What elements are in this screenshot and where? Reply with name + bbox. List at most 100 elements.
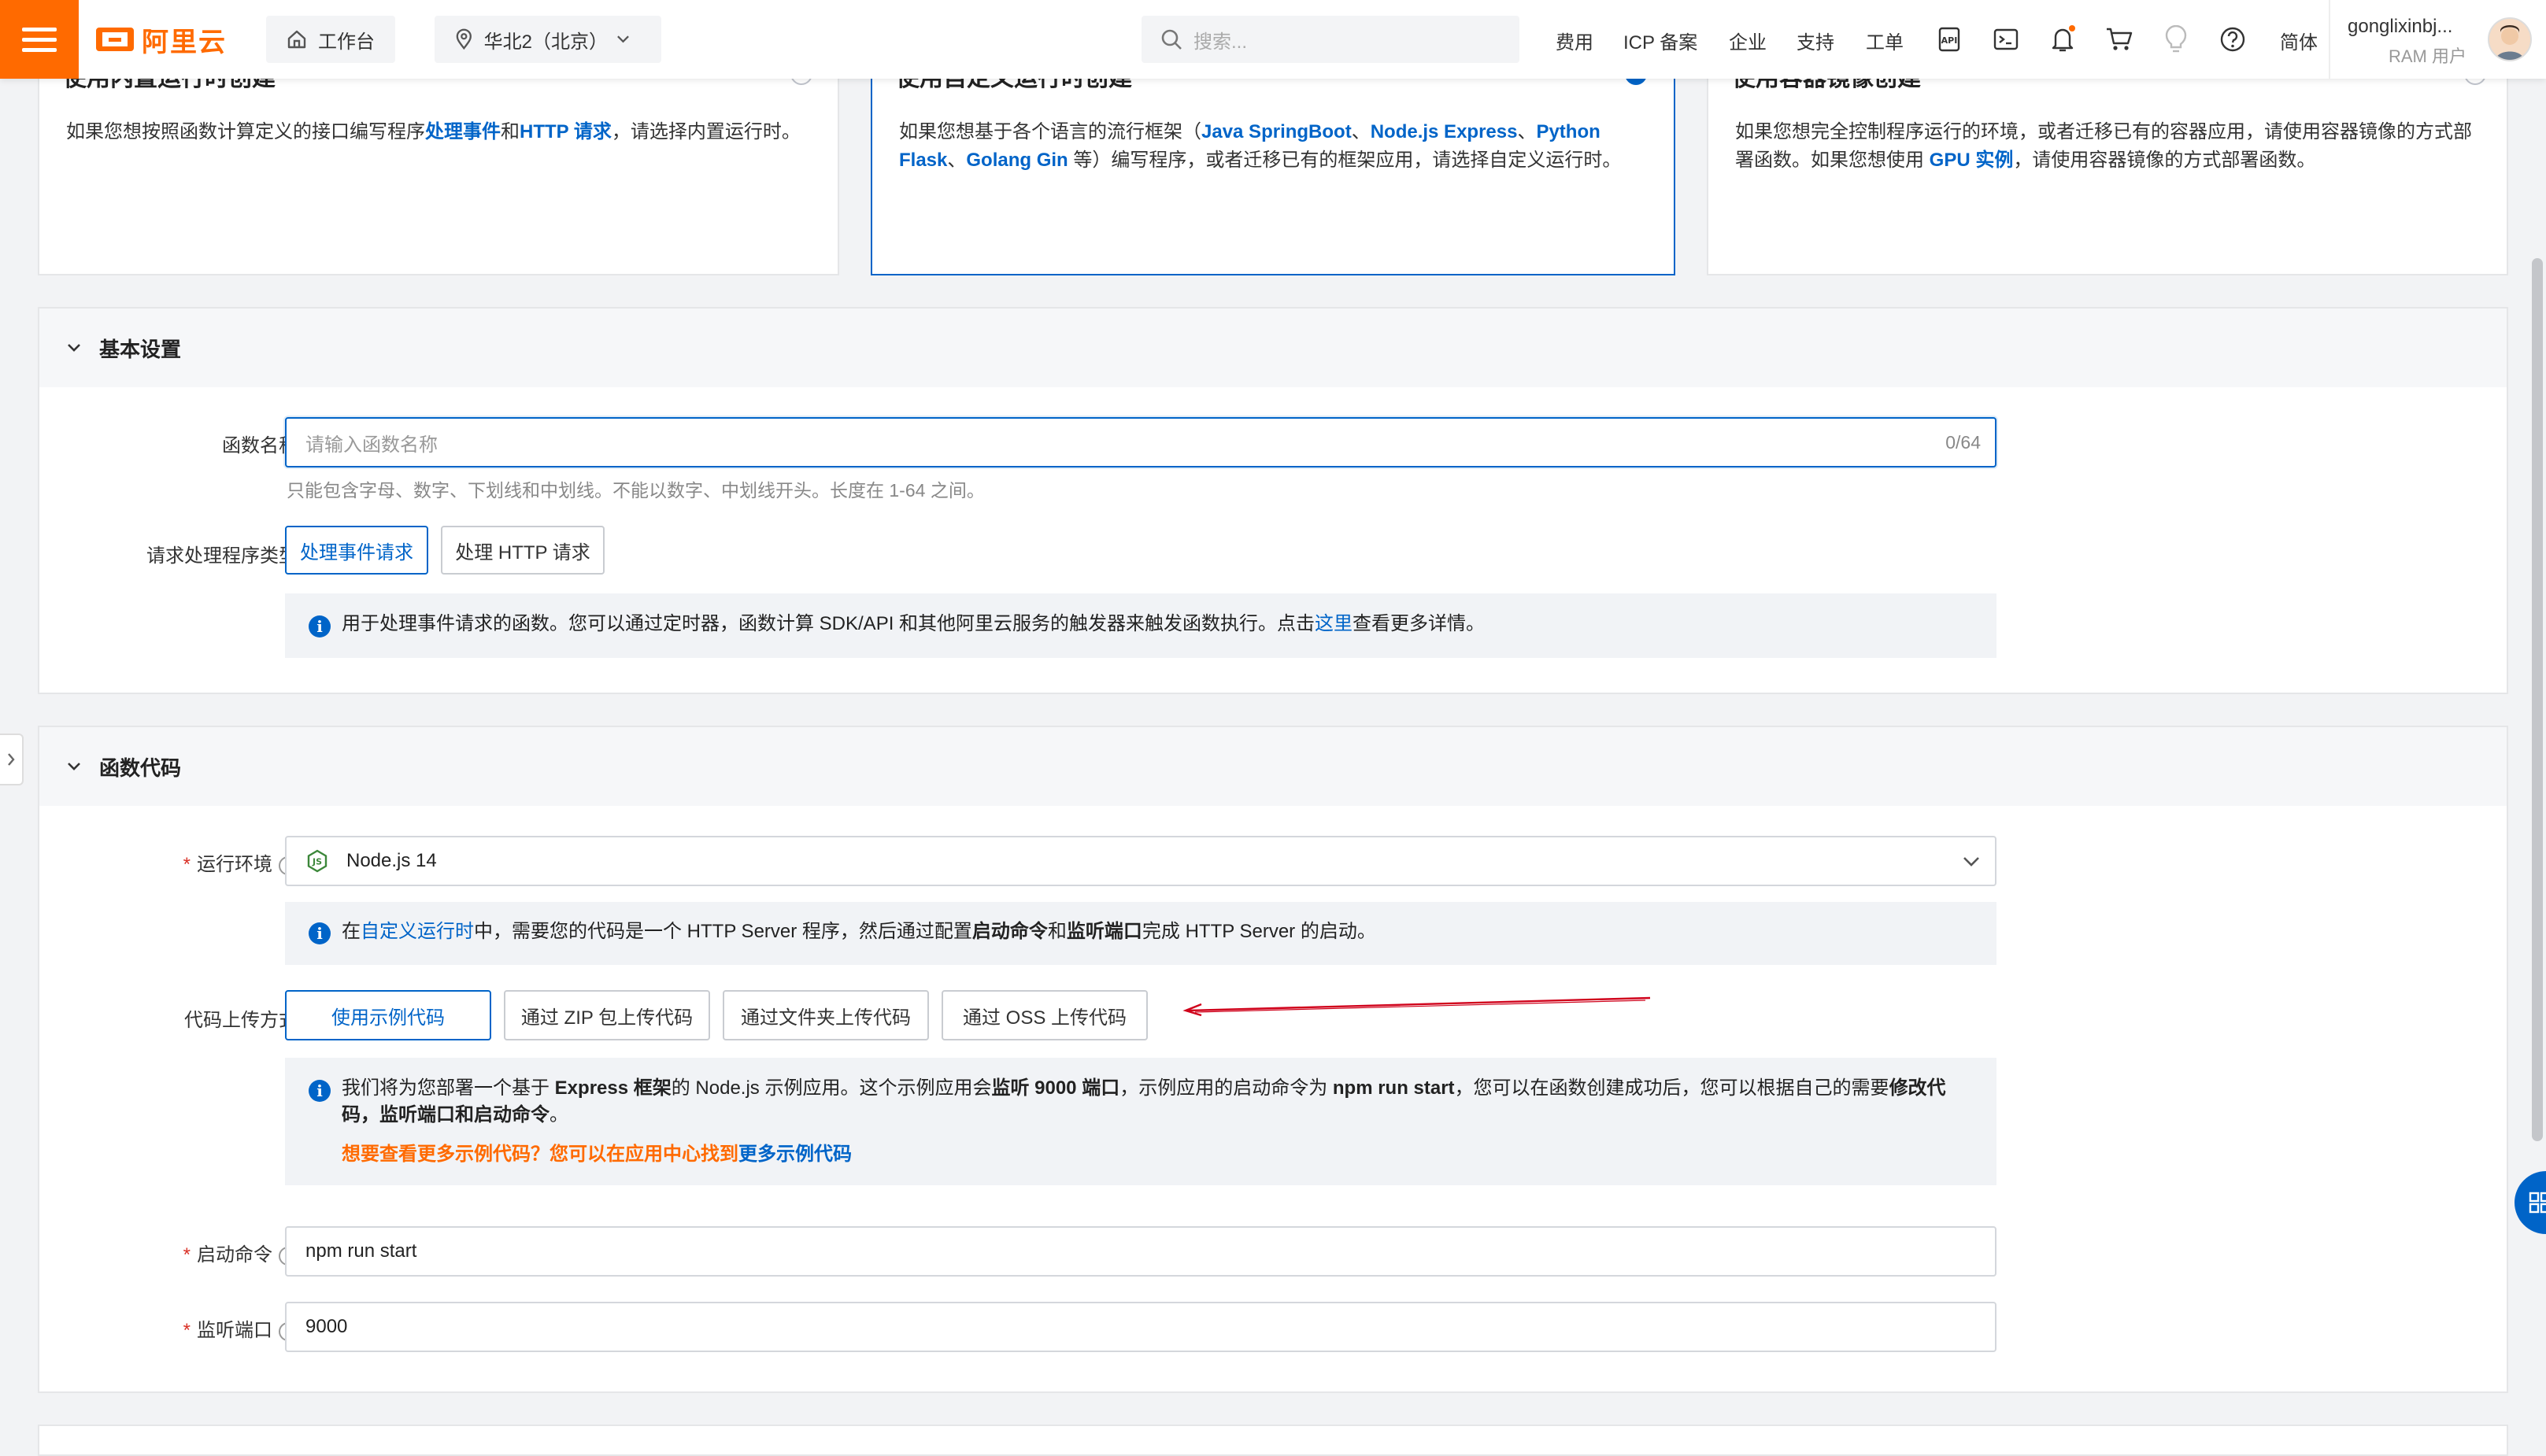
location-pin-icon [456,28,472,50]
hamburger-menu-button[interactable] [0,0,79,79]
link-java-springboot[interactable]: Java SpringBoot [1201,121,1352,142]
workbench-label: 工作台 [318,31,375,53]
user-name[interactable]: gonglixinbj... [2348,16,2452,38]
upload-folder-button[interactable]: 通过文件夹上传代码 [723,990,929,1040]
info-strong: 启动命令 [971,921,1048,942]
handler-http-button[interactable]: 处理 HTTP 请求 [441,526,605,575]
search-icon [1161,29,1182,50]
chevron-down-icon [68,344,80,352]
listen-port-text: 监听端口 [197,1320,272,1341]
region-label: 华北2（北京） [483,31,608,53]
link-more-samples[interactable]: 更多示例代码 [738,1144,852,1165]
desc-text: 和 [501,121,520,142]
menu-line [22,47,57,52]
runtime-select[interactable]: JS Node.js 14 [285,836,1996,886]
nodejs-icon: JS [307,849,328,873]
section-title: 函数代码 [99,756,182,780]
info-strong: npm run start [1332,1077,1455,1099]
sidebar-expand-handle[interactable] [0,734,24,785]
svg-text:JS: JS [312,857,322,867]
info-strong: 监听 9000 端口 [991,1077,1120,1099]
api-icon[interactable]: API [1934,24,1965,55]
info-text: 的 Node.js 示例应用。这个示例应用会 [671,1077,992,1099]
desc-text: 等）编写程序，或者迁移已有的框架应用，请选择自定义运行时。 [1068,150,1622,171]
workbench-button[interactable]: 工作台 [266,16,395,63]
info-strong: 监听端口 [1066,921,1142,942]
scrollbar-thumb[interactable] [2532,258,2543,1141]
nav-link-icp[interactable]: ICP 备案 [1623,27,1697,54]
info-icon: i [309,615,331,637]
nav-link-billing[interactable]: 费用 [1556,27,1593,54]
chevron-down-icon [68,763,80,770]
info-text: 我们将为您部署一个基于 [342,1077,555,1099]
nav-link-enterprise[interactable]: 企业 [1729,27,1767,54]
link-custom-runtime[interactable]: 自定义运行时 [361,921,474,942]
desc-text: 、 [1517,121,1537,142]
sample-code-info-box: i 我们将为您部署一个基于 Express 框架的 Node.js 示例应用。这… [285,1058,1996,1185]
terminal-icon[interactable] [1990,24,2022,55]
bell-icon[interactable] [2047,24,2078,55]
upload-method-label: 代码上传方式 [184,1010,298,1031]
required-star: * [183,854,191,875]
link-gpu-instance[interactable]: GPU 实例 [1930,150,2014,171]
link-http-request[interactable]: HTTP 请求 [520,121,612,142]
info-link-here[interactable]: 这里 [1315,613,1353,634]
desc-text: ，请选择内置运行时。 [611,121,801,142]
logo-text: 阿里云 [142,27,227,57]
upload-sample-button[interactable]: 使用示例代码 [285,990,491,1040]
upload-zip-button[interactable]: 通过 ZIP 包上传代码 [504,990,710,1040]
menu-line [22,27,57,31]
char-counter: 0/64 [1945,431,1981,453]
basic-settings-header[interactable]: 基本设置 [39,309,2507,387]
runtime-env-label: *运行环境? [183,848,298,876]
desc-text: 如果您想基于各个语言的流行框架（ [899,121,1201,142]
floating-apps-button[interactable] [2515,1171,2546,1234]
start-command-input[interactable]: npm run start [285,1226,1996,1277]
info-text: ，示例应用的启动命令为 [1119,1077,1333,1099]
handler-info-box: i 用于处理事件请求的函数。您可以通过定时器，函数计算 SDK/API 和其他阿… [285,593,1996,658]
handler-event-button[interactable]: 处理事件请求 [285,526,428,575]
desc-text: 、 [1351,121,1371,142]
function-code-header[interactable]: 函数代码 [39,727,2507,806]
info-text: 查看更多详情。 [1353,613,1486,634]
listen-port-input[interactable]: 9000 [285,1302,1996,1352]
nav-link-support[interactable]: 支持 [1797,27,1834,54]
link-golang-gin[interactable]: Golang Gin [966,150,1068,171]
desc-text: ，请使用容器镜像的方式部署函数。 [2013,150,2316,171]
runtime-card-description: 如果您想基于各个语言的流行框架（Java SpringBoot、Node.js … [899,118,1642,175]
menu-line [22,37,57,42]
aliyun-logo[interactable]: 阿里云 [96,20,227,59]
bulb-icon[interactable] [2160,24,2192,55]
link-nodejs-express[interactable]: Node.js Express [1371,121,1518,142]
help-icon[interactable] [2217,24,2248,55]
chevron-down-icon [617,35,629,43]
nav-link-ticket[interactable]: 工单 [1866,27,1904,54]
avatar[interactable] [2488,17,2532,61]
info-text: 在 [342,921,361,942]
required-star: * [183,1320,191,1341]
grid-icon [2529,1192,2546,1214]
language-switch[interactable]: 简体 [2280,27,2318,54]
cart-icon[interactable] [2104,24,2135,55]
upload-oss-button[interactable]: 通过 OSS 上传代码 [942,990,1148,1040]
sample-info-text: 我们将为您部署一个基于 Express 框架的 Node.js 示例应用。这个示… [342,1075,1973,1129]
info-text: 中，需要您的代码是一个 HTTP Server 程序，然后通过配置 [474,921,972,942]
region-selector[interactable]: 华北2（北京） [435,16,661,63]
function-name-input[interactable]: 请输入函数名称 0/64 [285,417,1996,467]
basic-settings-section: 基本设置 函数名称 请输入函数名称 0/64 只能包含字母、数字、下划线和中划线… [38,307,2508,694]
search-input[interactable]: 搜索... [1142,16,1519,63]
listen-port-label: *监听端口? [183,1314,298,1342]
runtime-value: Node.js 14 [346,850,437,871]
start-command-label: *启动命令? [183,1239,298,1266]
more-samples-text: 想要查看更多示例代码？您可以在应用中心找到 [342,1144,738,1165]
link-handle-event[interactable]: 处理事件 [425,121,501,142]
chevron-down-icon [1963,857,1979,867]
required-star: * [183,1244,191,1266]
desc-text: 如果您想按照函数计算定义的接口编写程序 [66,121,425,142]
runtime-env-text: 运行环境 [197,854,272,875]
info-icon: i [309,922,331,944]
info-text: 和 [1047,921,1067,942]
info-text: 。 [550,1104,568,1125]
start-command-text: 启动命令 [197,1244,272,1266]
search-placeholder: 搜索... [1193,31,1248,53]
